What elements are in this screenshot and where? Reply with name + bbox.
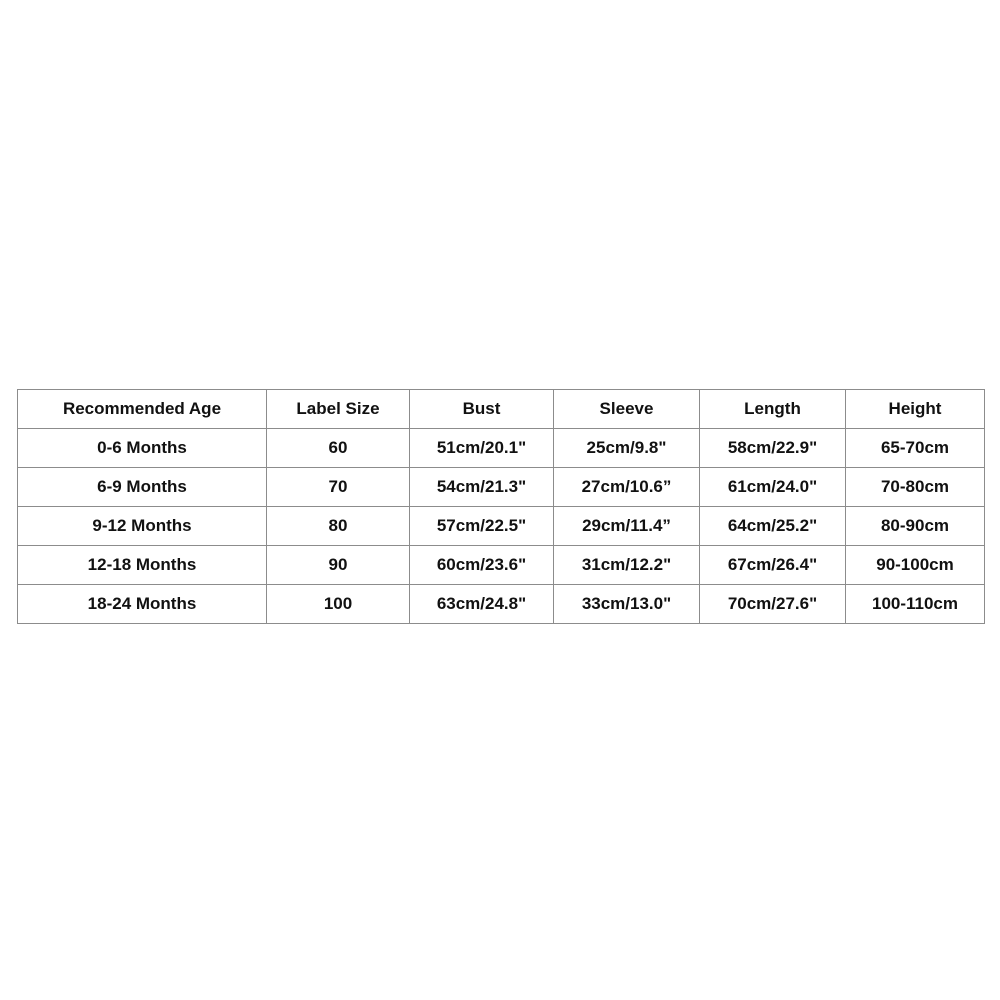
cell-length: 64cm/25.2" (699, 506, 846, 546)
cell-bust: 63cm/24.8" (409, 584, 554, 624)
header-recommended-age: Recommended Age (17, 389, 267, 429)
header-row: Recommended Age Label Size Bust Sleeve L… (17, 389, 985, 429)
cell-height: 65-70cm (845, 428, 985, 468)
cell-age: 6-9 Months (17, 467, 267, 507)
header-label-size: Label Size (266, 389, 410, 429)
cell-height: 90-100cm (845, 545, 985, 585)
cell-length: 58cm/22.9" (699, 428, 846, 468)
cell-sleeve: 31cm/12.2" (553, 545, 700, 585)
cell-age: 12-18 Months (17, 545, 267, 585)
cell-height: 100-110cm (845, 584, 985, 624)
table-row: 18-24 Months 100 63cm/24.8" 33cm/13.0" 7… (17, 584, 985, 624)
cell-label-size: 80 (266, 506, 410, 546)
table-row: 9-12 Months 80 57cm/22.5" 29cm/11.4” 64c… (17, 506, 985, 546)
cell-age: 18-24 Months (17, 584, 267, 624)
cell-bust: 51cm/20.1" (409, 428, 554, 468)
cell-height: 70-80cm (845, 467, 985, 507)
header-bust: Bust (409, 389, 554, 429)
table-row: 0-6 Months 60 51cm/20.1" 25cm/9.8" 58cm/… (17, 428, 985, 468)
cell-age: 0-6 Months (17, 428, 267, 468)
cell-length: 70cm/27.6" (699, 584, 846, 624)
table-row: 6-9 Months 70 54cm/21.3" 27cm/10.6” 61cm… (17, 467, 985, 507)
header-length: Length (699, 389, 846, 429)
cell-sleeve: 33cm/13.0" (553, 584, 700, 624)
cell-sleeve: 27cm/10.6” (553, 467, 700, 507)
cell-label-size: 60 (266, 428, 410, 468)
table-row: 12-18 Months 90 60cm/23.6" 31cm/12.2" 67… (17, 545, 985, 585)
cell-bust: 60cm/23.6" (409, 545, 554, 585)
cell-sleeve: 25cm/9.8" (553, 428, 700, 468)
cell-length: 61cm/24.0" (699, 467, 846, 507)
cell-length: 67cm/26.4" (699, 545, 846, 585)
cell-bust: 57cm/22.5" (409, 506, 554, 546)
header-height: Height (845, 389, 985, 429)
cell-age: 9-12 Months (17, 506, 267, 546)
cell-sleeve: 29cm/11.4” (553, 506, 700, 546)
cell-label-size: 70 (266, 467, 410, 507)
cell-label-size: 100 (266, 584, 410, 624)
cell-label-size: 90 (266, 545, 410, 585)
size-chart-table: Recommended Age Label Size Bust Sleeve L… (17, 389, 985, 624)
header-sleeve: Sleeve (553, 389, 700, 429)
cell-bust: 54cm/21.3" (409, 467, 554, 507)
cell-height: 80-90cm (845, 506, 985, 546)
